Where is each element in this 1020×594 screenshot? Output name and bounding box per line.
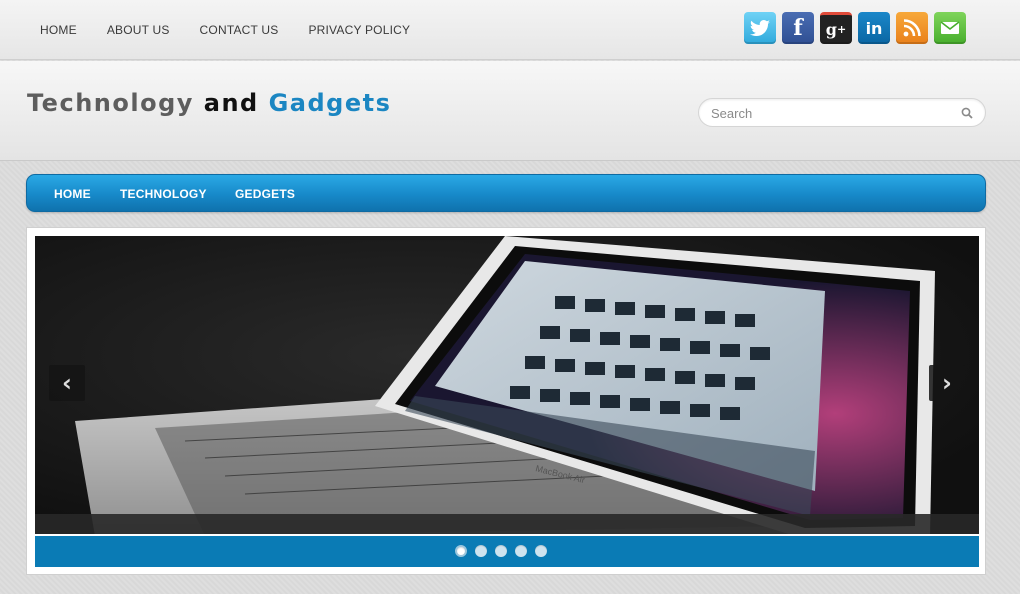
main-nav-gedgets[interactable]: GEDGETS xyxy=(235,187,295,201)
top-bar: HOME ABOUT US CONTACT US PRIVACY POLICY … xyxy=(0,0,1020,60)
slider-dot-4[interactable] xyxy=(515,545,527,557)
slider-dots xyxy=(455,545,555,557)
top-nav-contact-link[interactable]: CONTACT US xyxy=(200,23,279,37)
social-icons: f g + in xyxy=(744,12,972,44)
slider-prev-button[interactable]: ‹ xyxy=(49,365,85,401)
site-logo[interactable]: Technology and Gadgets xyxy=(27,89,391,117)
search-box xyxy=(698,98,986,127)
top-nav-about-link[interactable]: ABOUT US xyxy=(107,23,170,37)
slider-dot-2[interactable] xyxy=(475,545,487,557)
slider-dot-3[interactable] xyxy=(495,545,507,557)
image-slider: MacBook Air ‹ › xyxy=(26,227,986,575)
logo-word-and: and xyxy=(203,89,259,117)
logo-word-gadgets: Gadgets xyxy=(268,89,392,117)
slider-pager xyxy=(35,536,979,567)
mail-icon[interactable] xyxy=(934,12,966,44)
chevron-left-icon: ‹ xyxy=(62,369,72,397)
slider-dot-1[interactable] xyxy=(455,545,467,557)
top-navigation: HOME ABOUT US CONTACT US PRIVACY POLICY xyxy=(26,23,440,37)
google-plus-icon[interactable]: g + xyxy=(820,12,852,44)
laptop-image: MacBook Air xyxy=(75,236,935,534)
logo-word-technology: Technology xyxy=(27,89,194,117)
linkedin-icon[interactable]: in xyxy=(858,12,890,44)
search-icon[interactable] xyxy=(961,107,973,119)
chevron-right-icon: › xyxy=(942,369,952,397)
search-input[interactable] xyxy=(711,105,951,121)
facebook-icon[interactable]: f xyxy=(782,12,814,44)
top-nav-privacy-link[interactable]: PRIVACY POLICY xyxy=(308,23,410,37)
main-nav-home[interactable]: HOME xyxy=(54,187,91,201)
slider-dot-5[interactable] xyxy=(535,545,547,557)
rss-icon[interactable] xyxy=(896,12,928,44)
twitter-icon[interactable] xyxy=(744,12,776,44)
top-nav-home-link[interactable]: HOME xyxy=(40,23,77,37)
slider-next-button[interactable]: › xyxy=(929,365,965,401)
main-navigation: HOME TECHNOLOGY GEDGETS xyxy=(26,174,986,212)
slide-caption-band xyxy=(35,514,979,534)
slide-image[interactable]: MacBook Air xyxy=(35,236,979,534)
main-nav-technology[interactable]: TECHNOLOGY xyxy=(120,187,207,201)
site-header: Technology and Gadgets xyxy=(0,61,1020,161)
